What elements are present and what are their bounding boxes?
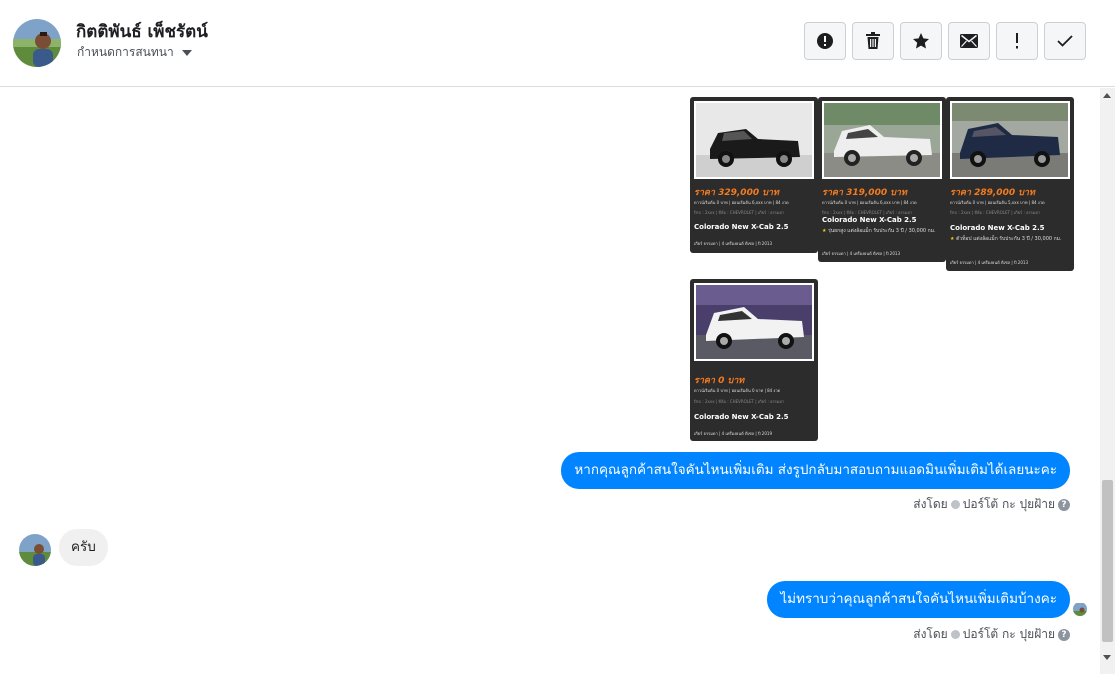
card-model: Colorado New X-Cab 2.5 — [694, 413, 789, 421]
sent-by-info: ส่งโดย ปอร์โต้ กะ ปุยฝ้าย ? — [913, 625, 1070, 644]
star-icon: ★ — [822, 228, 827, 234]
sent-by-label: ส่งโดย — [913, 497, 948, 511]
verified-dot-icon — [950, 630, 960, 639]
card-price: ราคา 319,000 บาท — [822, 188, 907, 198]
incoming-message[interactable]: ครับ — [59, 529, 108, 566]
car-listing-card[interactable]: ราคา 319,000 บาท ดาวน์เริ่มต้น 0 บาท | ผ… — [818, 97, 946, 262]
card-price: ราคา 0 บาท — [694, 376, 745, 386]
scrollbar[interactable] — [1100, 88, 1115, 674]
card-financing: ดาวน์เริ่มต้น 0 บาท | ผ่อนเริ่มต้น 5,xxx… — [950, 200, 1045, 205]
outgoing-message[interactable]: หากคุณลูกค้าสนใจคันไหนเพิ่มเติม ส่งรูปกล… — [561, 452, 1070, 489]
checkmark-icon — [1057, 35, 1073, 47]
mark-done-button[interactable] — [1044, 22, 1086, 60]
car-photo — [694, 283, 814, 361]
sender-name[interactable]: ปอร์โต้ กะ ปุยฝ้าย — [963, 495, 1055, 514]
star-button[interactable] — [900, 22, 942, 60]
card-financing: ดาวน์เริ่มต้น 0 บาท | ผ่อนเริ่มต้น 6,xxx… — [822, 200, 917, 205]
contact-avatar-small[interactable] — [19, 534, 51, 566]
car-photo — [950, 101, 1070, 179]
card-financing: ดาวน์เริ่มต้น 0 บาท | ผ่อนเริ่มต้น 6,xxx… — [694, 200, 789, 205]
scroll-down-arrow-icon[interactable] — [1103, 655, 1111, 660]
car-photo — [822, 101, 942, 179]
card-financing: ดาวน์เริ่มต้น 0 บาท | ผ่อนเริ่มต้น 0 บาท… — [694, 388, 781, 393]
contact-name[interactable]: กิตติพันธ์ เพ็ชรัตน์ — [76, 18, 208, 45]
card-footer: เกียร์ ธรรมดา | 4 เครื่องยนต์ ดีเซล | ปี… — [694, 431, 772, 436]
card-footer: เกียร์ ธรรมดา | 4 เครื่องยนต์ ดีเซล | ปี… — [694, 241, 772, 246]
help-icon[interactable]: ? — [1058, 498, 1070, 511]
card-meta: ปีรถ : 2xxx | ยี่ห้อ : CHEVROLET | เกียร… — [950, 210, 1041, 215]
scroll-up-arrow-icon[interactable] — [1103, 93, 1111, 98]
help-icon[interactable]: ? — [1058, 628, 1070, 641]
sender-name[interactable]: ปอร์โต้ กะ ปุยฝ้าย — [963, 625, 1055, 644]
mark-unread-button[interactable] — [948, 22, 990, 60]
report-spam-button[interactable] — [804, 22, 846, 60]
alert-circle-icon — [817, 33, 833, 49]
trash-icon — [866, 32, 880, 49]
star-icon — [913, 33, 929, 49]
car-listing-card[interactable]: ราคา 329,000 บาท ดาวน์เริ่มต้น 0 บาท | ผ… — [690, 97, 818, 253]
follow-up-button[interactable] — [996, 22, 1038, 60]
message-thread: ราคา 329,000 บาท ดาวน์เริ่มต้น 0 บาท | ผ… — [0, 88, 1100, 674]
card-model: Colorado New X-Cab 2.5 — [822, 216, 917, 224]
card-meta: ปีรถ : 2xxx | ยี่ห้อ : CHEVROLET | เกียร… — [694, 399, 785, 404]
card-footer: เกียร์ ธรรมดา | 4 เครื่องยนต์ ดีเซล | ปี… — [822, 251, 900, 256]
card-meta: ปีรถ : 2xxx | ยี่ห้อ : CHEVROLET | เกียร… — [822, 210, 913, 215]
contact-avatar[interactable] — [13, 19, 61, 67]
conversation-settings-dropdown[interactable]: กำหนดการสนทนา — [77, 43, 192, 62]
card-model: Colorado New X-Cab 2.5 — [950, 224, 1045, 232]
card-feature: ★ ตัวท็อป แต่งล้อแม็ก รับประกัน 3 ปี / 3… — [950, 236, 1062, 242]
conversation-settings-label: กำหนดการสนทนา — [77, 45, 174, 59]
conversation-header: กิตติพันธ์ เพ็ชรัตน์ กำหนดการสนทนา — [0, 0, 1115, 87]
verified-dot-icon — [950, 500, 960, 509]
sent-by-info: ส่งโดย ปอร์โต้ กะ ปุยฝ้าย ? — [913, 495, 1070, 514]
outgoing-message[interactable]: ไม่ทราบว่าคุณลูกค้าสนใจคันไหนเพิ่มเติมบ้… — [767, 581, 1070, 618]
caret-down-icon — [181, 49, 192, 56]
exclamation-icon — [1016, 33, 1018, 49]
sent-by-label: ส่งโดย — [913, 627, 948, 641]
card-feature: ★ รุ่นยกสูง แต่งล้อแม็ก รับประกัน 3 ปี /… — [822, 228, 936, 234]
card-footer: เกียร์ ธรรมดา | 4 เครื่องยนต์ ดีเซล | ปี… — [950, 260, 1028, 265]
delete-button[interactable] — [852, 22, 894, 60]
scrollbar-thumb[interactable] — [1102, 480, 1113, 642]
card-price: ราคา 289,000 บาท — [950, 188, 1035, 198]
card-meta: ปีรถ : 2xxx | ยี่ห้อ : CHEVROLET | เกียร… — [694, 210, 785, 215]
card-model: Colorado New X-Cab 2.5 — [694, 223, 789, 231]
seen-avatar — [1073, 602, 1087, 616]
car-listing-card[interactable]: ราคา 0 บาท ดาวน์เริ่มต้น 0 บาท | ผ่อนเริ… — [690, 279, 818, 441]
car-listing-card[interactable]: ราคา 289,000 บาท ดาวน์เริ่มต้น 0 บาท | ผ… — [946, 97, 1074, 271]
car-photo — [694, 101, 814, 179]
star-icon: ★ — [950, 236, 955, 242]
envelope-icon — [960, 34, 978, 48]
card-price: ราคา 329,000 บาท — [694, 188, 779, 198]
